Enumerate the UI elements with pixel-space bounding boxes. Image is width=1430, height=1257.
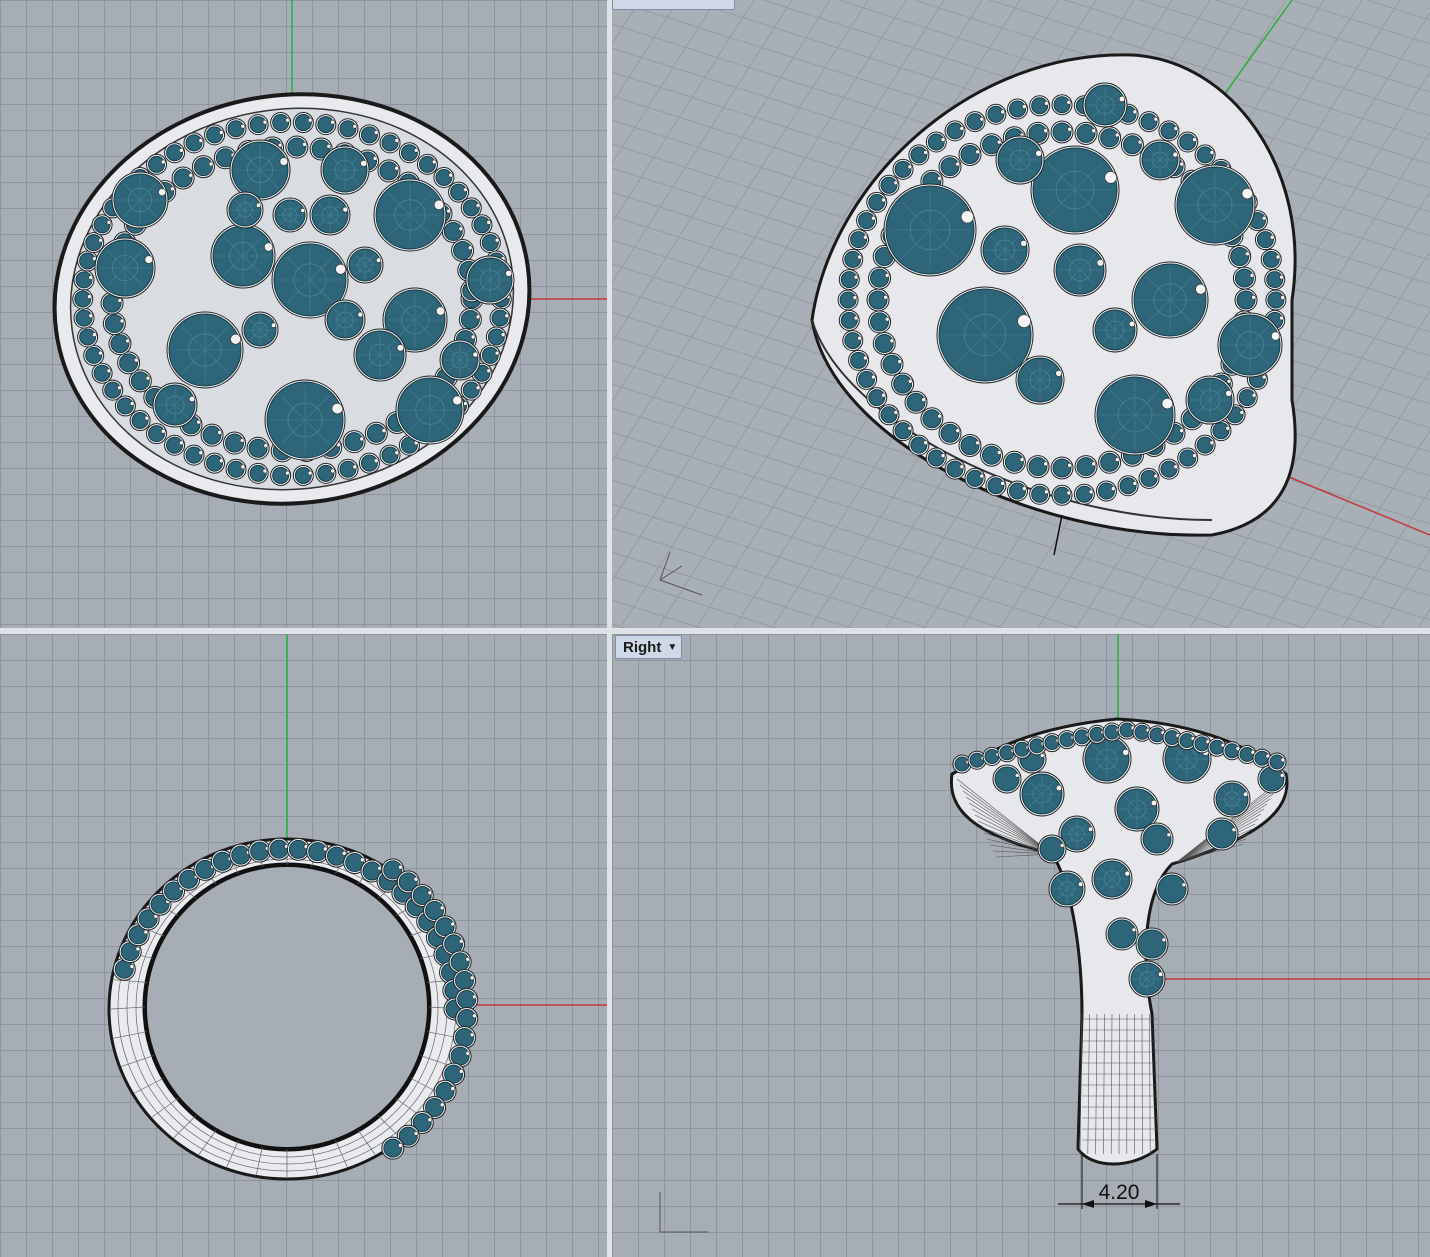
viewport-label: Right xyxy=(623,638,662,656)
x-axis-line xyxy=(1271,469,1430,536)
dropdown-arrow-icon[interactable]: ▼ xyxy=(667,642,677,653)
ring-top-model xyxy=(52,92,532,506)
front-view-canvas xyxy=(107,634,607,1181)
ring-perspective-model xyxy=(810,53,1297,556)
top-viewport[interactable] xyxy=(0,0,607,628)
dimension-value: 4.20 xyxy=(1099,1181,1140,1204)
perspective-viewport-tab[interactable] xyxy=(612,0,735,10)
world-axes-icon xyxy=(659,1192,708,1233)
right-view-canvas: 4.20 xyxy=(659,634,1430,1233)
front-viewport[interactable] xyxy=(0,634,607,1257)
rhino-4-view-layout: Right ▼ 4.20 xyxy=(0,0,1430,1257)
ring-right-model xyxy=(949,717,1289,1166)
perspective-canvas xyxy=(612,0,1430,628)
perspective-viewport[interactable] xyxy=(612,0,1430,628)
right-viewport-tab[interactable]: Right ▼ xyxy=(615,635,683,659)
top-view-canvas xyxy=(52,0,607,506)
right-viewport[interactable]: Right ▼ 4.20 xyxy=(612,634,1430,1257)
ring-front-model xyxy=(107,837,479,1181)
